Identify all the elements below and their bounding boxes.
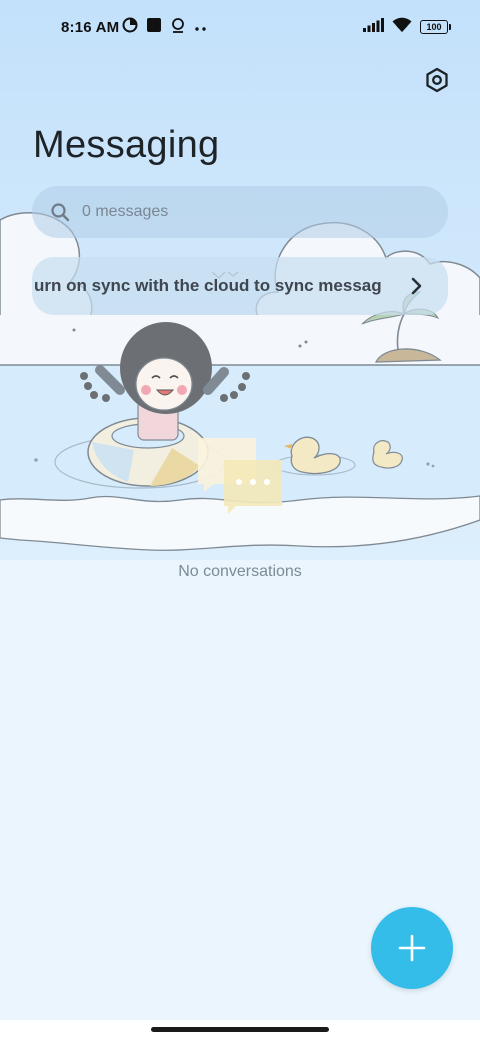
status-icons-left	[122, 17, 208, 37]
settings-hexagon-icon	[426, 67, 448, 93]
search-input[interactable]: 0 messages	[32, 186, 448, 238]
status-icons-right: 100	[363, 16, 451, 38]
sync-banner-text: urn on sync with the cloud to sync messa…	[34, 276, 382, 295]
home-indicator[interactable]	[151, 1027, 329, 1032]
settings-button[interactable]	[420, 63, 454, 97]
status-bar: 8:16 AM 100	[0, 0, 480, 56]
sync-banner[interactable]: urn on sync with the cloud to sync messa…	[32, 257, 448, 315]
notification-icon	[170, 17, 186, 38]
plus-icon	[398, 934, 426, 962]
signal-icon	[363, 18, 384, 36]
wifi-icon	[392, 17, 412, 37]
empty-state-text: No conversations	[178, 563, 302, 580]
empty-state-illustration	[0, 211, 480, 551]
battery-icon: 100	[420, 20, 451, 34]
app-square-icon	[146, 17, 162, 37]
status-time: 8:16 AM	[61, 19, 120, 36]
more-dots-icon	[194, 19, 208, 36]
navigation-bar	[0, 1020, 480, 1040]
search-icon	[51, 203, 70, 222]
sync-banner-text-container: urn on sync with the cloud to sync messa…	[32, 257, 394, 315]
battery-level: 100	[426, 22, 442, 32]
data-saver-icon	[122, 17, 138, 37]
search-placeholder: 0 messages	[82, 203, 169, 220]
chevron-right-icon	[411, 277, 422, 295]
page-title: Messaging	[33, 124, 220, 166]
new-conversation-button[interactable]	[371, 907, 453, 989]
